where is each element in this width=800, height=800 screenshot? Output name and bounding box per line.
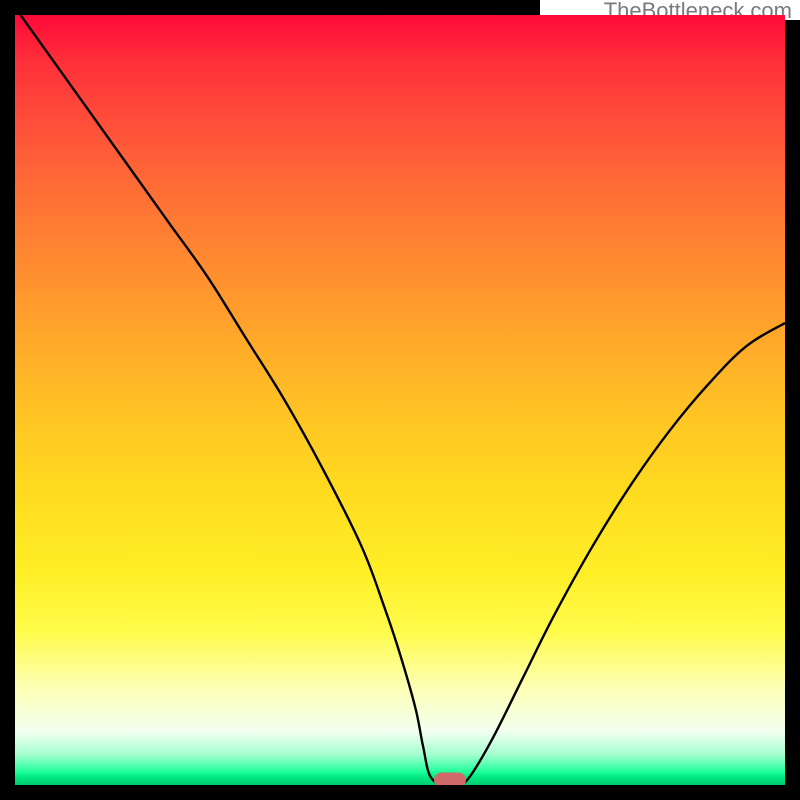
plot-area xyxy=(15,15,785,785)
chart-frame: TheBottleneck.com xyxy=(0,0,800,800)
optimum-marker xyxy=(434,773,466,786)
bottleneck-curve xyxy=(15,15,785,785)
